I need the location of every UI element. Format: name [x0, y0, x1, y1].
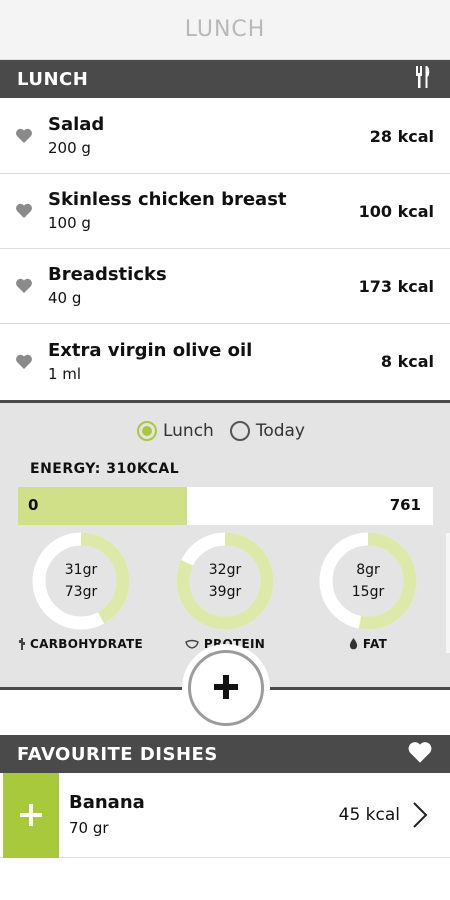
- macro-target: 39gr: [208, 584, 242, 600]
- meal-section-title: LUNCH: [17, 68, 89, 90]
- food-item[interactable]: Skinless chicken breast 100 g 100 kcal: [0, 174, 450, 249]
- macro-label: PROTEIN: [203, 637, 266, 651]
- favourites-title: FAVOURITE DISHES: [17, 743, 218, 765]
- heart-icon[interactable]: [14, 277, 34, 295]
- macro-target: 15gr: [351, 584, 385, 600]
- macro-target: 73gr: [64, 584, 98, 600]
- food-name: Skinless chicken breast: [48, 189, 287, 210]
- toggle-option-today[interactable]: Today: [229, 421, 305, 441]
- food-name: Breadsticks: [48, 264, 167, 285]
- plus-icon: [212, 665, 240, 711]
- drop-icon: [349, 638, 358, 650]
- food-name: Salad: [48, 114, 105, 135]
- page-title: LUNCH: [184, 17, 266, 42]
- food-kcal: 100 kcal: [358, 201, 434, 221]
- macro-fat: 8gr 15gr FAT: [313, 531, 423, 651]
- plus-icon: [20, 795, 42, 835]
- energy-min: 0: [28, 496, 39, 514]
- radio-selected-icon[interactable]: [136, 421, 157, 441]
- toggle-option-lunch[interactable]: Lunch: [136, 421, 214, 441]
- chevron-right-icon[interactable]: [408, 800, 432, 830]
- favourite-item[interactable]: Banana 70 gr 45 kcal: [0, 772, 450, 858]
- food-quantity: 200 g: [48, 139, 91, 157]
- food-quantity: 1 ml: [48, 364, 82, 383]
- energy-progress-fill: [18, 487, 187, 525]
- heart-icon[interactable]: [14, 127, 34, 145]
- food-list: Salad 200 g 28 kcal Skinless chicken bre…: [0, 99, 450, 399]
- favourites-header: FAVOURITE DISHES: [0, 735, 450, 773]
- toggle-label: Lunch: [162, 421, 214, 441]
- add-favourite-button[interactable]: [3, 772, 59, 858]
- food-item[interactable]: Salad 200 g 28 kcal: [0, 99, 450, 174]
- steak-icon: [185, 639, 199, 649]
- heart-icon[interactable]: [407, 741, 433, 768]
- heart-icon[interactable]: [14, 202, 34, 220]
- radio-unselected-icon[interactable]: [229, 421, 250, 441]
- energy-max: 761: [389, 496, 421, 514]
- wheat-icon: [19, 638, 26, 650]
- scroll-indicator: [446, 533, 450, 653]
- food-item[interactable]: Breadsticks 40 g 173 kcal: [0, 249, 450, 324]
- food-quantity: 100 g: [48, 214, 91, 232]
- favourite-name: Banana: [69, 792, 145, 813]
- macro-protein: 32gr 39gr PROTEIN: [170, 531, 280, 651]
- food-kcal: 173 kcal: [358, 276, 434, 296]
- macro-label: FAT: [362, 637, 388, 651]
- macro-current: 32gr: [208, 562, 242, 578]
- period-toggle: Lunch Today: [0, 421, 450, 441]
- favourite-quantity: 70 gr: [69, 819, 109, 837]
- food-kcal: 28 kcal: [369, 126, 434, 146]
- add-food-button[interactable]: [188, 650, 264, 726]
- food-kcal: 8 kcal: [380, 352, 434, 371]
- macro-current: 31gr: [64, 562, 98, 578]
- favourite-kcal: 45 kcal: [338, 805, 400, 825]
- heart-icon[interactable]: [14, 353, 34, 371]
- macro-carbohydrate: 31gr 73gr CARBOHYDRATE: [19, 531, 143, 651]
- food-name: Extra virgin olive oil: [48, 339, 253, 361]
- nutrition-summary: Lunch Today ENERGY: 310KCAL 0 761 31gr 7…: [0, 400, 450, 690]
- cutlery-icon[interactable]: [413, 66, 433, 92]
- macro-label: CARBOHYDRATE: [30, 637, 143, 651]
- toggle-label: Today: [255, 421, 305, 441]
- top-bar: LUNCH: [0, 0, 450, 60]
- food-item[interactable]: Extra virgin olive oil 1 ml 8 kcal: [0, 324, 450, 399]
- energy-progress-bar: 0 761: [18, 487, 433, 525]
- food-quantity: 40 g: [48, 289, 82, 307]
- macro-current: 8gr: [356, 562, 380, 578]
- meal-section-header: LUNCH: [0, 60, 450, 98]
- energy-label: ENERGY: 310KCAL: [30, 461, 180, 477]
